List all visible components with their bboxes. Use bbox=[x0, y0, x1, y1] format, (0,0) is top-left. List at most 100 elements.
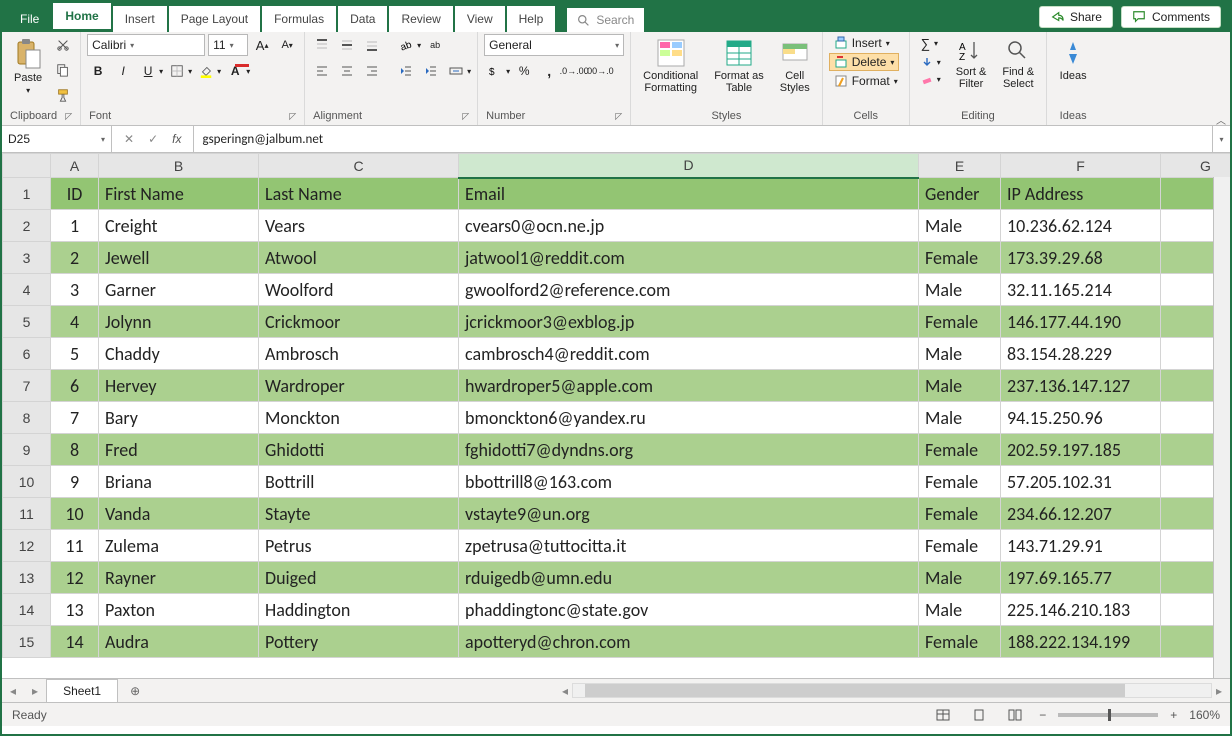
cell[interactable]: cvears0@ocn.ne.jp bbox=[459, 210, 919, 242]
view-normal-button[interactable] bbox=[931, 706, 955, 724]
cell[interactable]: Female bbox=[919, 306, 1001, 338]
percent-button[interactable]: % bbox=[513, 60, 535, 82]
share-button[interactable]: Share bbox=[1039, 6, 1113, 28]
cell[interactable]: 6 bbox=[51, 370, 99, 402]
view-page-break-button[interactable] bbox=[1003, 706, 1027, 724]
italic-button[interactable]: I bbox=[112, 60, 134, 82]
copy-button[interactable] bbox=[52, 59, 74, 81]
cell[interactable]: Male bbox=[919, 338, 1001, 370]
cell[interactable]: Briana bbox=[99, 466, 259, 498]
cell[interactable]: 57.205.102.31 bbox=[1001, 466, 1161, 498]
cell[interactable]: 7 bbox=[51, 402, 99, 434]
cell-styles-button[interactable]: Cell Styles bbox=[774, 34, 816, 98]
format-painter-button[interactable] bbox=[52, 84, 74, 106]
cell[interactable]: 11 bbox=[51, 530, 99, 562]
table-row[interactable]: 1413PaxtonHaddingtonphaddingtonc@state.g… bbox=[3, 594, 1231, 626]
cell[interactable]: 188.222.134.199 bbox=[1001, 626, 1161, 658]
cell[interactable]: Creight bbox=[99, 210, 259, 242]
ideas-button[interactable]: Ideas bbox=[1053, 34, 1093, 86]
row-header[interactable]: 1 bbox=[3, 178, 51, 210]
cell[interactable]: Male bbox=[919, 562, 1001, 594]
tab-file[interactable]: File bbox=[8, 6, 51, 32]
comma-button[interactable]: , bbox=[538, 60, 560, 82]
cell[interactable]: Petrus bbox=[259, 530, 459, 562]
table-row[interactable]: 109BrianaBottrillbbottrill8@163.comFemal… bbox=[3, 466, 1231, 498]
sheet-nav-prev[interactable]: ◂ bbox=[2, 684, 24, 698]
row-header[interactable]: 8 bbox=[3, 402, 51, 434]
cell[interactable]: cambrosch4@reddit.com bbox=[459, 338, 919, 370]
sheet-nav-next[interactable]: ▸ bbox=[24, 684, 46, 698]
increase-indent-button[interactable] bbox=[420, 60, 442, 82]
cell[interactable]: Male bbox=[919, 402, 1001, 434]
cell[interactable]: 5 bbox=[51, 338, 99, 370]
table-row[interactable]: 1211ZulemaPetruszpetrusa@tuttocitta.itFe… bbox=[3, 530, 1231, 562]
cell[interactable]: apotteryd@chron.com bbox=[459, 626, 919, 658]
decrease-indent-button[interactable] bbox=[395, 60, 417, 82]
cell[interactable]: fghidotti7@dyndns.org bbox=[459, 434, 919, 466]
cell[interactable]: jcrickmoor3@exblog.jp bbox=[459, 306, 919, 338]
cell[interactable]: phaddingtonc@state.gov bbox=[459, 594, 919, 626]
cell[interactable]: Female bbox=[919, 498, 1001, 530]
new-sheet-button[interactable]: ⊕ bbox=[118, 684, 152, 698]
cell[interactable]: rduigedb@umn.edu bbox=[459, 562, 919, 594]
cell[interactable]: Crickmoor bbox=[259, 306, 459, 338]
borders-button[interactable] bbox=[166, 60, 188, 82]
cell[interactable]: Wardroper bbox=[259, 370, 459, 402]
merge-button[interactable] bbox=[445, 60, 467, 82]
comments-button[interactable]: Comments bbox=[1121, 6, 1221, 28]
cell[interactable]: 146.177.44.190 bbox=[1001, 306, 1161, 338]
underline-button[interactable]: U bbox=[137, 60, 159, 82]
cell[interactable]: Zulema bbox=[99, 530, 259, 562]
cell[interactable]: Male bbox=[919, 274, 1001, 306]
table-row[interactable]: 21CreightVearscvears0@ocn.ne.jpMale10.23… bbox=[3, 210, 1231, 242]
cell[interactable]: Male bbox=[919, 594, 1001, 626]
table-row[interactable]: 98FredGhidottifghidotti7@dyndns.orgFemal… bbox=[3, 434, 1231, 466]
view-page-layout-button[interactable] bbox=[967, 706, 991, 724]
enter-formula-button[interactable]: ✓ bbox=[148, 132, 158, 146]
col-header-A[interactable]: A bbox=[51, 154, 99, 178]
fill-button[interactable]: ▾ bbox=[916, 54, 946, 70]
conditional-formatting-button[interactable]: Conditional Formatting bbox=[637, 34, 704, 98]
cell[interactable]: ID bbox=[51, 178, 99, 210]
cell[interactable]: 197.69.165.77 bbox=[1001, 562, 1161, 594]
clipboard-dialog-launcher[interactable]: ◸ bbox=[65, 111, 72, 122]
delete-cells-button[interactable]: Delete▾ bbox=[829, 53, 900, 71]
collapse-ribbon-button[interactable]: ︿ bbox=[1216, 112, 1226, 127]
cell[interactable]: 94.15.250.96 bbox=[1001, 402, 1161, 434]
cell[interactable]: 10 bbox=[51, 498, 99, 530]
cell[interactable]: 202.59.197.185 bbox=[1001, 434, 1161, 466]
col-header-C[interactable]: C bbox=[259, 154, 459, 178]
table-row[interactable]: 32JewellAtwooljatwool1@reddit.comFemale1… bbox=[3, 242, 1231, 274]
cell[interactable]: bbottrill8@163.com bbox=[459, 466, 919, 498]
cell[interactable]: Jewell bbox=[99, 242, 259, 274]
align-right-button[interactable] bbox=[361, 60, 383, 82]
cell[interactable]: Haddington bbox=[259, 594, 459, 626]
cell[interactable]: Bary bbox=[99, 402, 259, 434]
cell[interactable]: Vanda bbox=[99, 498, 259, 530]
align-top-button[interactable] bbox=[311, 34, 333, 56]
row-header[interactable]: 12 bbox=[3, 530, 51, 562]
table-row[interactable]: 43GarnerWoolfordgwoolford2@reference.com… bbox=[3, 274, 1231, 306]
cell[interactable]: 13 bbox=[51, 594, 99, 626]
cell[interactable]: 10.236.62.124 bbox=[1001, 210, 1161, 242]
table-row[interactable]: 1110VandaStaytevstayte9@un.orgFemale234.… bbox=[3, 498, 1231, 530]
cell[interactable]: Ambrosch bbox=[259, 338, 459, 370]
cell[interactable]: Stayte bbox=[259, 498, 459, 530]
cell[interactable]: Paxton bbox=[99, 594, 259, 626]
cell[interactable]: Male bbox=[919, 370, 1001, 402]
cell[interactable]: 234.66.12.207 bbox=[1001, 498, 1161, 530]
autosum-button[interactable]: ∑▾ bbox=[916, 34, 946, 53]
fill-color-button[interactable] bbox=[195, 60, 217, 82]
zoom-slider[interactable] bbox=[1058, 713, 1158, 717]
tab-page-layout[interactable]: Page Layout bbox=[169, 6, 260, 32]
cell[interactable]: Atwool bbox=[259, 242, 459, 274]
expand-formula-bar-button[interactable]: ▾ bbox=[1212, 126, 1230, 152]
sheet-tab-active[interactable]: Sheet1 bbox=[46, 679, 118, 702]
cell[interactable]: 237.136.147.127 bbox=[1001, 370, 1161, 402]
number-dialog-launcher[interactable]: ◸ bbox=[615, 111, 622, 122]
zoom-in-button[interactable]: + bbox=[1170, 708, 1177, 722]
find-select-button[interactable]: Find & Select bbox=[996, 34, 1040, 94]
table-row[interactable]: 1312RaynerDuigedrduigedb@umn.eduMale197.… bbox=[3, 562, 1231, 594]
cell[interactable]: Ghidotti bbox=[259, 434, 459, 466]
cell[interactable]: 14 bbox=[51, 626, 99, 658]
